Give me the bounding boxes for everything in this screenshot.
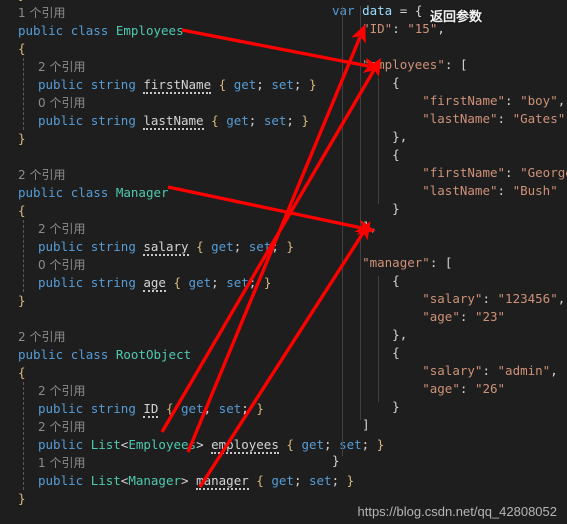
json-property[interactable]: "firstName": "George", xyxy=(332,164,567,182)
json-property[interactable]: "lastName": "Bush" xyxy=(332,182,567,200)
json-line[interactable]: ], xyxy=(332,218,567,236)
json-line-blank xyxy=(332,434,567,452)
blog-watermark: https://blog.csdn.net/qq_42808052 xyxy=(357,504,558,519)
codelens-reference-count[interactable]: 1 个引用 xyxy=(0,4,330,22)
json-code-pane[interactable]: var data = {"ID": "15", "employees": [{"f… xyxy=(332,2,567,470)
csharp-code-pane[interactable]: }1 个引用public class Employees{2 个引用public… xyxy=(0,0,384,508)
codelens-reference-count[interactable]: 0 个引用 xyxy=(0,94,330,112)
json-line[interactable]: ] xyxy=(332,416,567,434)
property-declaration[interactable]: public string ID { get; set; } xyxy=(0,400,330,418)
json-line[interactable]: }, xyxy=(332,326,567,344)
property-declaration[interactable]: public string age { get; set; } xyxy=(0,274,330,292)
json-line[interactable]: { xyxy=(332,74,567,92)
json-line[interactable]: }, xyxy=(332,128,567,146)
json-property[interactable]: "age": "23" xyxy=(332,308,567,326)
brace-line[interactable]: } xyxy=(0,490,330,508)
class-declaration[interactable]: public class RootObject xyxy=(0,346,330,364)
json-property[interactable]: "salary": "admin", xyxy=(332,362,567,380)
json-line[interactable]: { xyxy=(332,344,567,362)
json-line-blank xyxy=(332,38,567,56)
indent-guide xyxy=(23,58,24,130)
json-line-blank xyxy=(332,236,567,254)
property-declaration[interactable]: public string salary { get; set; } xyxy=(0,238,330,256)
json-line[interactable]: } xyxy=(332,398,567,416)
json-line[interactable]: } xyxy=(332,200,567,218)
brace-line[interactable]: } xyxy=(0,292,330,310)
codelens-reference-count[interactable]: 2 个引用 xyxy=(0,418,330,436)
brace-line[interactable]: { xyxy=(0,202,330,220)
json-line[interactable]: { xyxy=(332,272,567,290)
indent-guide xyxy=(23,220,24,292)
brace-line[interactable]: } xyxy=(0,130,330,148)
json-array-key[interactable]: "manager": [ xyxy=(332,254,567,272)
codelens-reference-count[interactable]: 2 个引用 xyxy=(0,58,330,76)
json-array-key[interactable]: "employees": [ xyxy=(332,56,567,74)
codelens-reference-count[interactable]: 2 个引用 xyxy=(0,328,330,346)
screenshot-root: }1 个引用public class Employees{2 个引用public… xyxy=(0,0,567,524)
class-declaration[interactable]: public class Employees xyxy=(0,22,330,40)
indent-guide xyxy=(378,78,379,204)
property-declaration[interactable]: public string lastName { get; set; } xyxy=(0,112,330,130)
class-declaration[interactable]: public class Manager xyxy=(0,184,330,202)
codelens-reference-count[interactable]: 2 个引用 xyxy=(0,220,330,238)
indent-guide xyxy=(360,6,361,420)
indent-guide xyxy=(23,382,24,490)
property-declaration[interactable]: public string firstName { get; set; } xyxy=(0,76,330,94)
property-declaration[interactable]: public List<Manager> manager { get; set;… xyxy=(0,472,354,490)
json-property[interactable]: "lastName": "Gates" xyxy=(332,110,567,128)
codelens-reference-count[interactable]: 2 个引用 xyxy=(0,166,330,184)
json-line[interactable]: { xyxy=(332,146,567,164)
brace-line[interactable]: { xyxy=(0,40,330,58)
json-property[interactable]: "age": "26" xyxy=(332,380,567,398)
codelens-reference-count[interactable]: 1 个引用 xyxy=(0,454,330,472)
codelens-reference-count[interactable]: 0 个引用 xyxy=(0,256,330,274)
property-declaration[interactable]: public List<Employees> employees { get; … xyxy=(0,436,384,454)
brace-line[interactable]: { xyxy=(0,364,330,382)
indent-guide xyxy=(342,6,343,456)
annotation-label-return-parameters: 返回参数 xyxy=(430,10,483,25)
codelens-reference-count[interactable]: 2 个引用 xyxy=(0,382,330,400)
indent-guide xyxy=(378,276,379,402)
json-line[interactable]: } xyxy=(332,452,567,470)
json-property[interactable]: "firstName": "boy", xyxy=(332,92,567,110)
json-property[interactable]: "salary": "123456", xyxy=(332,290,567,308)
